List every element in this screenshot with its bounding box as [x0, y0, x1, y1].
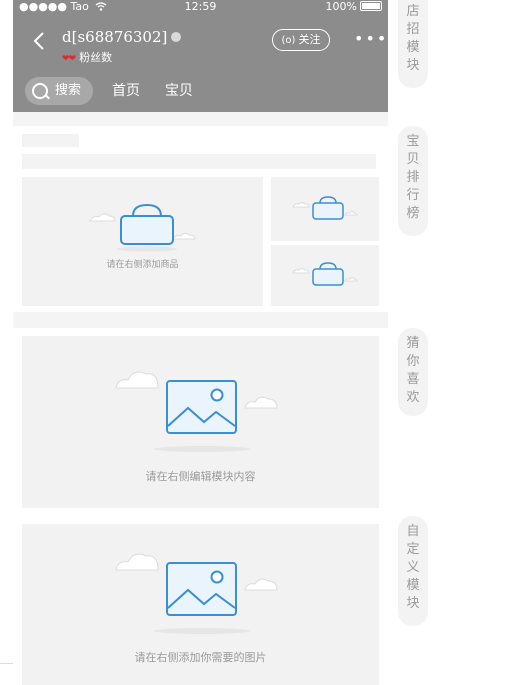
image-placeholder-icon	[115, 553, 278, 634]
follow-button[interactable]: (o) 关注	[272, 29, 330, 51]
content-modules: 请在右侧编辑模块内容 请在右侧添加你需要的图片	[13, 328, 388, 685]
status-bar: ●●●●● Tao 12:59 100%	[13, 0, 388, 14]
placeholder-title	[22, 134, 79, 147]
battery-icon	[360, 1, 382, 11]
divider	[0, 663, 13, 664]
bag-icon	[89, 203, 196, 252]
tab-home[interactable]: 首页	[112, 77, 140, 105]
add-product-hint: 请在右侧添加商品	[106, 260, 179, 270]
tab-products[interactable]: 宝贝	[165, 77, 193, 105]
guess-module[interactable]: 请在右侧编辑模块内容	[22, 336, 379, 508]
search-icon	[32, 83, 48, 99]
custom-module[interactable]: 请在右侧添加你需要的图片	[22, 524, 379, 685]
tag-custom-module[interactable]: 自 定 义 模 块	[398, 516, 428, 626]
placeholder-subtitle	[22, 154, 376, 169]
battery-status: 100%	[326, 0, 382, 14]
signal-icon: (o)	[281, 35, 296, 46]
ranking-module[interactable]: 请在右侧添加商品	[13, 126, 388, 312]
bag-icon	[292, 196, 358, 220]
tag-ranking-module[interactable]: 宝 贝 排 行 榜	[398, 126, 428, 236]
add-image-hint: 请在右侧添加你需要的图片	[134, 651, 267, 664]
shop-name: d[s68876302]	[62, 28, 182, 46]
product-slot-small[interactable]	[271, 245, 379, 306]
edit-module-hint: 请在右侧编辑模块内容	[145, 470, 256, 483]
image-placeholder-icon	[115, 371, 278, 452]
tag-guess-module[interactable]: 猜 你 喜 欢	[398, 328, 428, 416]
search-button[interactable]: 搜索	[25, 77, 93, 105]
bag-icon	[292, 262, 358, 286]
verified-icon	[171, 32, 182, 42]
more-icon[interactable]: •••	[354, 31, 388, 47]
phone-preview: ●●●●● Tao 12:59 100% d[s68876302] ❤❤ 粉丝数 …	[13, 0, 388, 685]
product-slot-small[interactable]	[271, 177, 379, 241]
fans-count: ❤❤ 粉丝数	[62, 51, 113, 64]
heart-icon: ❤❤	[62, 54, 76, 64]
product-slot-large[interactable]: 请在右侧添加商品	[22, 177, 263, 306]
tag-shop-sign-module[interactable]: 店 招 模 块	[398, 0, 428, 88]
back-icon[interactable]	[31, 30, 47, 52]
shop-header: d[s68876302] ❤❤ 粉丝数 (o) 关注 ••• 搜索 首页 宝贝	[13, 14, 388, 112]
